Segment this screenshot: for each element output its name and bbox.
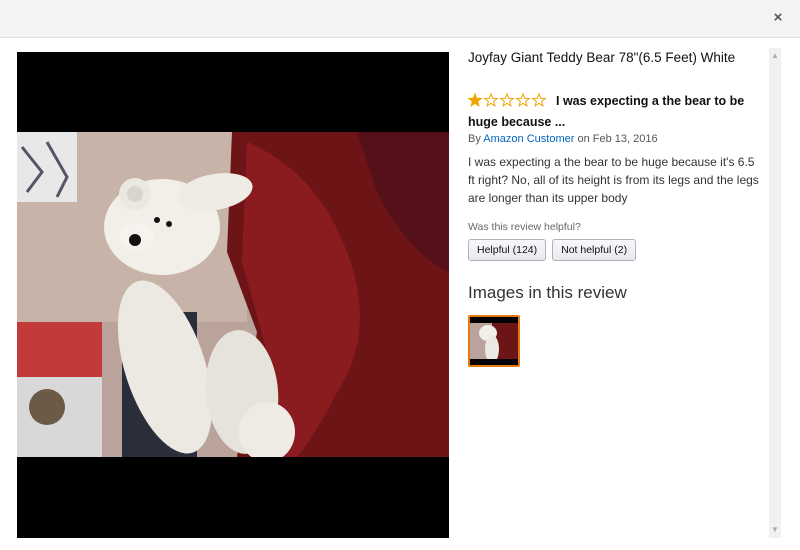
scroll-down-icon[interactable]: ▼	[771, 526, 779, 534]
author-link[interactable]: Amazon Customer	[483, 133, 574, 145]
not-helpful-button[interactable]: Not helpful (2)	[552, 239, 637, 261]
teddy-bear-photo	[17, 132, 449, 457]
star-empty-icon	[499, 92, 515, 107]
review-photo	[17, 132, 449, 457]
image-viewer	[17, 52, 449, 538]
helpful-question: Was this review helpful?	[468, 221, 581, 233]
product-title: Joyfay Giant Teddy Bear 78"(6.5 Feet) Wh…	[468, 50, 736, 65]
images-section-heading: Images in this review	[468, 283, 627, 302]
modal-header: ×	[0, 0, 800, 38]
review-image-thumbnail[interactable]	[468, 315, 520, 367]
helpful-button[interactable]: Helpful (124)	[468, 239, 547, 261]
review-date: Feb 13, 2016	[592, 133, 658, 145]
vote-buttons: Helpful (124) Not helpful (2)	[468, 239, 764, 261]
star-empty-icon	[531, 92, 547, 107]
close-button[interactable]: ×	[766, 7, 790, 29]
review-byline: By Amazon Customer on Feb 13, 2016	[468, 133, 658, 145]
review-panel: Joyfay Giant Teddy Bear 78"(6.5 Feet) Wh…	[467, 48, 764, 367]
scroll-up-icon[interactable]: ▲	[771, 52, 779, 60]
close-icon: ×	[773, 9, 783, 26]
review-headline-row: I was expecting a the bear to be huge be…	[467, 92, 764, 132]
star-rating-icons	[467, 92, 547, 107]
star-rating	[467, 92, 552, 113]
scrollbar[interactable]: ▲ ▼	[769, 48, 781, 538]
star-filled-icon	[467, 92, 483, 107]
review-body: I was expecting a the bear to be huge be…	[468, 155, 759, 205]
star-empty-icon	[483, 92, 499, 107]
thumbnail-image	[470, 317, 518, 365]
star-empty-icon	[515, 92, 531, 107]
